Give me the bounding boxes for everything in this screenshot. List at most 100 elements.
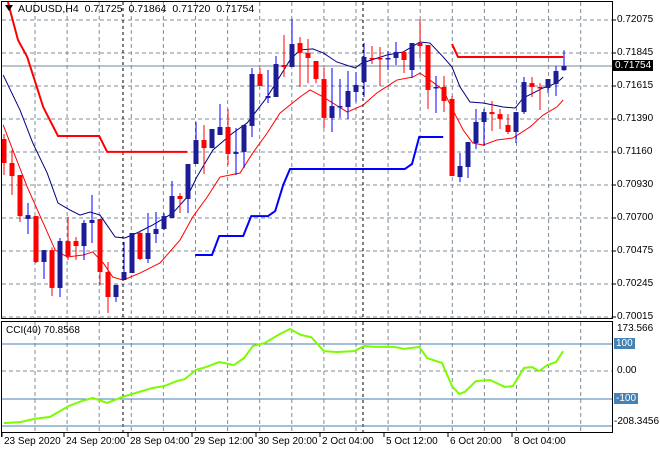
candle-bullish	[353, 72, 359, 103]
candle-body	[353, 84, 359, 92]
candle-body	[409, 43, 415, 71]
candle-body	[393, 51, 399, 58]
candle-body	[457, 165, 463, 178]
candle-body	[105, 272, 111, 297]
candle-bearish	[33, 216, 39, 263]
time-axis-label: 30 Sep 20:00	[258, 436, 318, 447]
candle-body	[25, 215, 31, 219]
candle-body	[161, 216, 167, 229]
candle-body	[473, 121, 479, 144]
candle-body	[297, 43, 303, 53]
candle-bearish	[449, 95, 455, 177]
candle-body	[273, 63, 279, 97]
time-axis-label: 28 Sep 04:00	[130, 436, 190, 447]
candle-body	[505, 124, 511, 132]
candle-body	[401, 51, 407, 60]
candle-bullish	[89, 194, 95, 244]
candle-bearish	[9, 150, 15, 195]
candle-body	[241, 124, 247, 152]
candle-bullish	[113, 284, 119, 302]
ohlc-open: 0.71725	[84, 3, 123, 15]
candle-bearish	[401, 51, 407, 74]
candle-bullish	[393, 42, 399, 65]
candle-body	[497, 114, 503, 119]
candle-body	[17, 175, 23, 217]
candle-body	[73, 241, 79, 247]
candle-body	[481, 112, 487, 122]
candle-bullish	[153, 212, 159, 244]
candle-body	[513, 112, 519, 132]
candle-bullish	[217, 104, 223, 136]
candle-bullish	[193, 121, 199, 164]
candle-bullish	[553, 65, 559, 96]
candle-bearish	[257, 68, 263, 86]
candle-bullish	[25, 203, 31, 235]
candle-body	[177, 195, 183, 199]
candle-body	[281, 64, 287, 68]
chart-header: AUDUSD,H4 0.71725 0.71864 0.71720 0.7175…	[18, 3, 257, 15]
price-axis-label: 0.71845	[617, 47, 654, 58]
candle-body	[561, 65, 567, 71]
candle-bullish	[129, 232, 135, 274]
candle-bullish	[161, 213, 167, 230]
candle-body	[1, 139, 7, 163]
ohlc-high: 0.71864	[128, 3, 167, 15]
candle-body	[289, 44, 295, 68]
chart-menu-arrow-icon[interactable]	[5, 5, 13, 11]
candle-bearish	[1, 134, 7, 176]
candle-body	[345, 90, 351, 108]
candle-body	[257, 74, 263, 86]
candle-body	[97, 218, 103, 273]
cci-line	[3, 327, 565, 425]
candle-body	[521, 82, 527, 113]
candle-bullish	[361, 43, 367, 97]
candle-body	[369, 57, 375, 60]
candle-bullish	[273, 55, 279, 97]
candle-bearish	[201, 124, 207, 175]
candle-body	[41, 250, 47, 262]
candle-bearish	[105, 261, 111, 314]
candle-body	[329, 106, 335, 118]
time-axis-label: 8 Oct 04:00	[514, 436, 566, 447]
candle-bullish	[121, 242, 127, 281]
moving-average-fast	[2, 41, 564, 239]
price-axis-label: 0.70245	[617, 278, 654, 289]
candle-body	[89, 219, 95, 223]
candle-body	[201, 140, 207, 149]
candle-body	[377, 57, 383, 60]
candle-bullish	[513, 112, 519, 144]
candle-body	[441, 86, 447, 102]
candle-body	[321, 79, 327, 118]
candle-body	[137, 232, 143, 259]
candle-body	[489, 112, 495, 115]
candle-bullish	[329, 68, 335, 132]
candle-bearish	[425, 45, 431, 110]
candle-bullish	[337, 79, 343, 118]
candle-bullish	[241, 124, 247, 169]
candle-body	[129, 232, 135, 274]
candle-body	[433, 86, 439, 89]
price-axis-label: 0.70475	[617, 245, 654, 256]
candle-bearish	[49, 247, 55, 296]
candle-body	[361, 56, 367, 83]
candle-body	[9, 162, 15, 177]
price-axis-label: 0.70015	[617, 311, 654, 322]
candle-bearish	[313, 60, 319, 84]
candle-body	[113, 284, 119, 297]
candle-bullish	[249, 68, 255, 138]
cci-indicator-label: CCI(40) 70.8568	[6, 325, 80, 336]
candle-bullish	[57, 238, 63, 297]
candle-body	[57, 241, 63, 288]
price-chart[interactable]	[0, 0, 660, 450]
symbol-timeframe: AUDUSD,H4	[18, 3, 79, 15]
time-axis-label: 5 Oct 12:00	[386, 436, 438, 447]
candle-bearish	[281, 35, 287, 78]
candle-bearish	[297, 37, 303, 87]
candle-body	[425, 45, 431, 90]
candle-body	[169, 195, 175, 218]
candle-body	[233, 151, 239, 154]
resistance-line	[451, 43, 564, 58]
candle-body	[337, 106, 343, 108]
candle-bearish	[17, 175, 23, 222]
candle-body	[145, 232, 151, 259]
